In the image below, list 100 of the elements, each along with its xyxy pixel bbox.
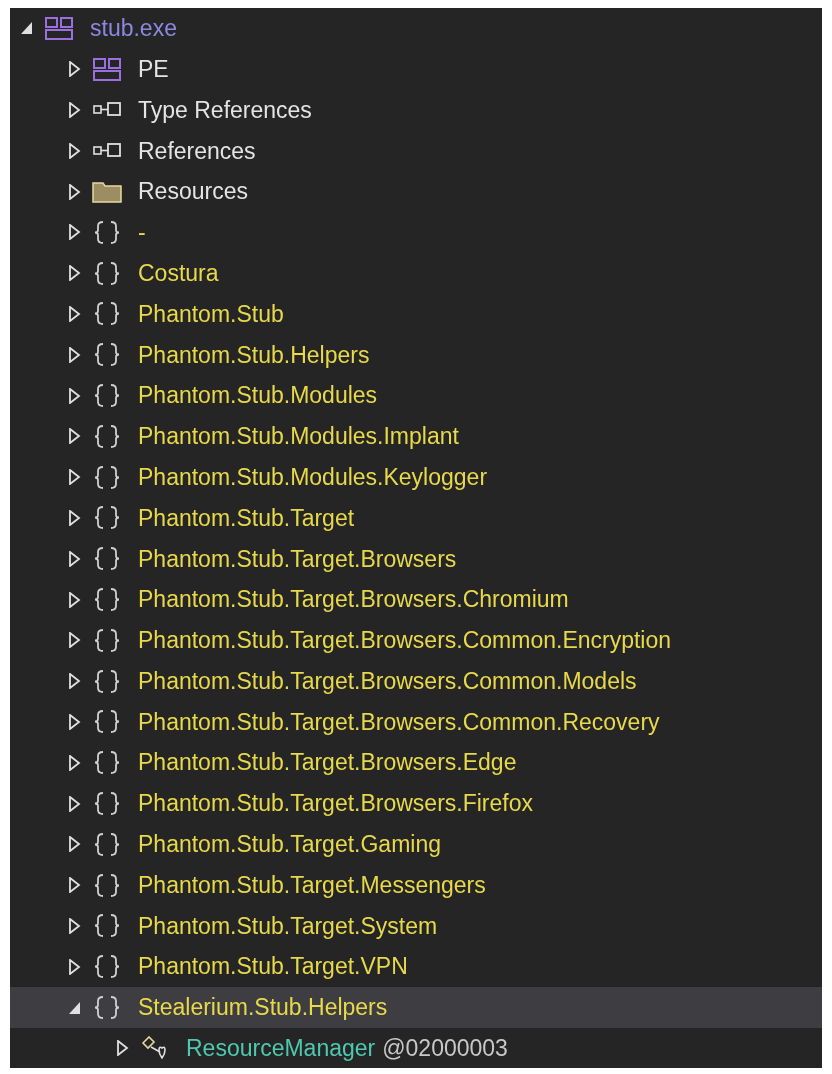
node-label: Phantom.Stub.Target.System <box>138 911 438 941</box>
node-label: Phantom.Stub.Target.Browsers.Chromium <box>138 585 569 615</box>
expand-arrow-icon[interactable] <box>68 346 82 363</box>
assembly-icon <box>92 56 122 82</box>
collapse-arrow-icon[interactable] <box>20 20 34 37</box>
braces-icon <box>92 219 122 245</box>
braces-icon <box>92 505 122 531</box>
node-label: Phantom.Stub.Target.Browsers.Common.Encryption <box>138 626 672 656</box>
token-label: @02000003 <box>382 1034 508 1064</box>
node-label: Phantom.Stub.Target.Messengers <box>138 870 486 900</box>
tree-row[interactable]: Phantom.Stub.Target.Browsers <box>10 538 822 580</box>
braces-icon <box>92 709 122 735</box>
tree-row[interactable]: Resources <box>10 171 822 212</box>
braces-icon <box>92 260 122 286</box>
tree-row[interactable]: Phantom.Stub <box>10 293 822 335</box>
tree-row[interactable]: Phantom.Stub.Target.Browsers.Firefox <box>10 783 822 824</box>
node-label: Phantom.Stub.Helpers <box>138 340 370 370</box>
tree-row[interactable]: - <box>10 212 822 253</box>
expand-arrow-icon[interactable] <box>68 795 82 812</box>
braces-icon <box>92 587 122 613</box>
node-label: Phantom.Stub.Target.Browsers.Edge <box>138 748 517 778</box>
tree-row[interactable]: Phantom.Stub.Target.Browsers.Common.Models <box>10 660 822 702</box>
node-label: Phantom.Stub.Modules <box>138 381 378 411</box>
tree-row[interactable]: Phantom.Stub.Target.Browsers.Common.Encryption <box>10 619 822 661</box>
node-label: - <box>138 218 146 248</box>
node-label: Phantom.Stub.Target.Browsers <box>138 544 457 574</box>
node-label: Phantom.Stub.Target.Browsers.Common.Models <box>138 666 637 696</box>
expand-arrow-icon[interactable] <box>68 142 82 159</box>
braces-icon <box>92 954 122 980</box>
node-label: Resources <box>138 177 248 207</box>
expand-arrow-icon[interactable] <box>68 877 82 894</box>
node-label: Phantom.Stub <box>138 299 284 329</box>
braces-icon <box>92 423 122 449</box>
expand-arrow-icon[interactable] <box>68 836 82 853</box>
expand-arrow-icon[interactable] <box>68 61 82 78</box>
tree-row[interactable]: Phantom.Stub.Target.Browsers.Edge <box>10 742 822 784</box>
braces-icon <box>92 913 122 939</box>
tree-row[interactable]: Phantom.Stub.Target.Browsers.Common.Recovery <box>10 701 822 743</box>
braces-icon <box>92 342 122 368</box>
expand-arrow-icon[interactable] <box>68 305 82 322</box>
node-label: Phantom.Stub.Target.VPN <box>138 952 408 982</box>
braces-icon <box>92 301 122 327</box>
expand-arrow-icon[interactable] <box>68 713 82 730</box>
expand-arrow-icon[interactable] <box>68 183 82 200</box>
node-label: Phantom.Stub.Modules.Keylogger <box>138 462 488 492</box>
expand-arrow-icon[interactable] <box>68 265 82 282</box>
expand-arrow-icon[interactable] <box>68 632 82 649</box>
expand-arrow-icon[interactable] <box>68 591 82 608</box>
braces-icon <box>92 383 122 409</box>
node-label: Type References <box>138 95 312 125</box>
node-label: Phantom.Stub.Target <box>138 503 355 533</box>
folder-icon <box>92 179 122 205</box>
node-label: Phantom.Stub.Target.Browsers.Firefox <box>138 789 533 819</box>
expand-arrow-icon[interactable] <box>68 917 82 934</box>
tree-row[interactable]: stub.exe <box>10 8 822 49</box>
tree-row[interactable]: Phantom.Stub.Helpers <box>10 334 822 376</box>
braces-icon <box>92 872 122 898</box>
node-label: stub.exe <box>90 14 177 44</box>
tree-row[interactable]: Phantom.Stub.Target <box>10 497 822 539</box>
tree-row[interactable]: Phantom.Stub.Target.System <box>10 905 822 947</box>
braces-icon <box>92 546 122 572</box>
tree-row[interactable]: Type References <box>10 89 822 131</box>
braces-icon <box>92 668 122 694</box>
tree-row[interactable]: Phantom.Stub.Target.Browsers.Chromium <box>10 579 822 620</box>
expand-arrow-icon[interactable] <box>68 428 82 445</box>
node-label: ResourceManager <box>186 1034 376 1064</box>
expand-arrow-icon[interactable] <box>68 509 82 526</box>
tree-row[interactable]: Phantom.Stub.Target.Messengers <box>10 864 822 906</box>
braces-icon <box>92 831 122 857</box>
expand-arrow-icon[interactable] <box>68 673 82 690</box>
tree-row[interactable]: Costura <box>10 252 822 294</box>
braces-icon <box>92 464 122 490</box>
node-label: Phantom.Stub.Modules.Implant <box>138 422 459 452</box>
braces-icon <box>92 791 122 817</box>
node-label: Costura <box>138 258 219 288</box>
node-label: References <box>138 136 256 166</box>
tree-row[interactable]: Phantom.Stub.Modules <box>10 375 822 416</box>
expand-arrow-icon[interactable] <box>116 1040 130 1057</box>
assembly-icon <box>44 15 74 41</box>
tree-row[interactable]: Phantom.Stub.Target.VPN <box>10 946 822 988</box>
node-label: Phantom.Stub.Target.Gaming <box>138 830 441 860</box>
braces-icon <box>92 627 122 653</box>
expand-arrow-icon[interactable] <box>68 387 82 404</box>
tree-row[interactable]: Phantom.Stub.Target.Gaming <box>10 823 822 865</box>
tree-row[interactable]: References <box>10 130 822 172</box>
expand-arrow-icon[interactable] <box>68 550 82 567</box>
tree-row[interactable]: PE <box>10 48 822 90</box>
tree-row[interactable]: Phantom.Stub.Modules.Implant <box>10 415 822 457</box>
expand-arrow-icon[interactable] <box>68 102 82 118</box>
expand-arrow-icon[interactable] <box>68 224 82 241</box>
expand-arrow-icon[interactable] <box>68 754 82 771</box>
tree-row[interactable]: Phantom.Stub.Modules.Keylogger <box>10 456 822 498</box>
node-label: PE <box>138 54 169 84</box>
tree-row[interactable]: ResourceManager @02000003 <box>10 1027 822 1068</box>
braces-icon <box>92 750 122 776</box>
node-label: Stealerium.Stub.Helpers <box>138 993 388 1023</box>
tree-row[interactable]: Stealerium.Stub.Helpers <box>10 987 822 1028</box>
expand-arrow-icon[interactable] <box>68 469 82 486</box>
node-label: Phantom.Stub.Target.Browsers.Common.Recovery <box>138 707 660 737</box>
expand-arrow-icon[interactable] <box>68 958 82 975</box>
